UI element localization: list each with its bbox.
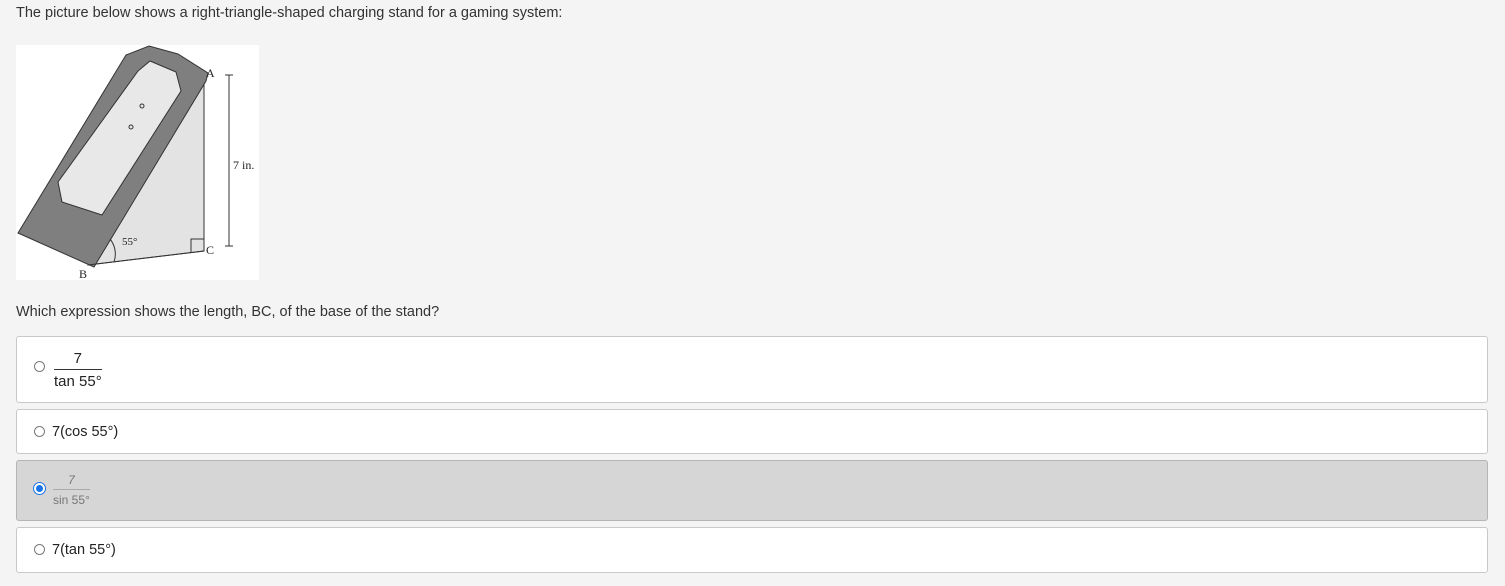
answer-option-1[interactable]: 7 tan 55° bbox=[16, 336, 1488, 403]
charging-stand-diagram: A B C 55° 7 in. bbox=[17, 45, 254, 281]
radio-option-2[interactable] bbox=[34, 426, 45, 437]
label-b: B bbox=[79, 267, 87, 280]
radio-option-4[interactable] bbox=[34, 544, 45, 555]
numerator-option-3: 7 bbox=[68, 473, 75, 487]
label-c: C bbox=[206, 243, 214, 257]
denominator-option-3: sin 55° bbox=[53, 489, 90, 507]
numerator-option-1: 7 bbox=[73, 350, 83, 367]
intro-text: The picture below shows a right-triangle… bbox=[16, 5, 563, 21]
charging-stand-figure: A B C 55° 7 in. bbox=[16, 45, 259, 281]
answer-option-3[interactable]: 7 sin 55° bbox=[16, 460, 1488, 521]
answer-option-4[interactable]: 7(tan 55°) bbox=[16, 527, 1488, 573]
text-option-2: 7(cos 55°) bbox=[52, 424, 119, 440]
radio-option-3[interactable] bbox=[33, 482, 46, 495]
label-a: A bbox=[206, 66, 215, 80]
angle-label: 55° bbox=[122, 236, 137, 248]
question-text: Which expression shows the length, BC, o… bbox=[16, 304, 440, 320]
denominator-option-1: tan 55° bbox=[54, 369, 102, 390]
radio-option-1[interactable] bbox=[34, 361, 45, 372]
answer-option-2[interactable]: 7(cos 55°) bbox=[16, 409, 1488, 454]
fraction-option-3: 7 sin 55° bbox=[53, 473, 90, 507]
height-label: 7 in. bbox=[233, 158, 254, 172]
fraction-option-1: 7 tan 55° bbox=[54, 350, 102, 390]
text-option-4: 7(tan 55°) bbox=[52, 542, 116, 558]
